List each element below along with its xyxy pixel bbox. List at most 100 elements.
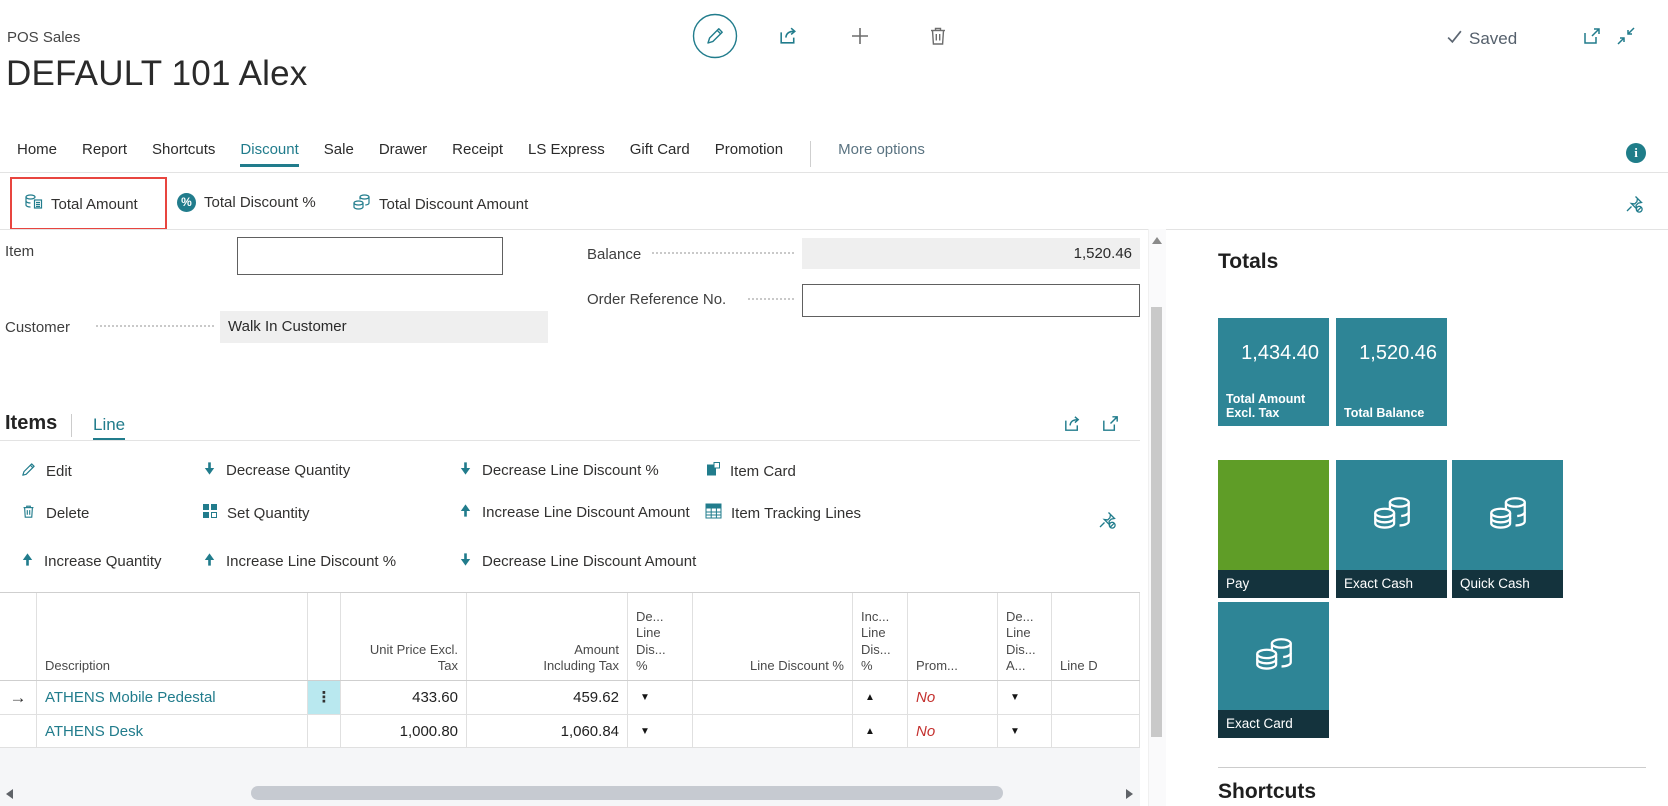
collapse-icon[interactable] [1615, 25, 1637, 52]
increase-line-discount-pct-cell[interactable]: ▲ [853, 715, 908, 748]
order-reference-input[interactable] [802, 284, 1140, 317]
total-balance-tile[interactable]: 1,520.46 Total Balance [1336, 318, 1447, 426]
unit-price-cell[interactable]: 433.60 [341, 681, 467, 715]
hscroll-right-arrow[interactable] [1126, 789, 1133, 799]
info-icon[interactable]: i [1626, 143, 1646, 163]
tab-home[interactable]: Home [17, 141, 57, 167]
unit-price-cell[interactable]: 1,000.80 [341, 715, 467, 748]
col-promotion[interactable]: Prom... [908, 593, 998, 680]
unpin-icon[interactable] [1624, 194, 1644, 219]
customer-field[interactable]: Walk In Customer [220, 311, 548, 343]
col-increase-line-discount-pct[interactable]: Inc... Line Dis... % [853, 593, 908, 680]
edit-button[interactable]: Edit [20, 461, 72, 482]
ribbon-tabs: Home Report Shortcuts Discount Sale Draw… [17, 141, 925, 167]
delete-trash-icon[interactable] [926, 24, 950, 53]
tab-gift-card[interactable]: Gift Card [630, 141, 690, 167]
table-row[interactable]: → ATHENS Mobile Pedestal ⋮ 433.60 459.62… [0, 681, 1140, 715]
arrow-up-icon [202, 552, 217, 571]
tab-drawer[interactable]: Drawer [379, 141, 427, 167]
tab-receipt[interactable]: Receipt [452, 141, 503, 167]
tab-sale[interactable]: Sale [324, 141, 354, 167]
decrease-line-discount-pct-cell[interactable]: ▼ [628, 681, 693, 715]
edit-pencil-button[interactable] [692, 13, 738, 64]
exact-cash-tile[interactable]: Exact Cash [1336, 460, 1447, 598]
amount-cell[interactable]: 1,060.84 [467, 715, 628, 748]
delete-label: Delete [46, 505, 89, 522]
col-unit-price[interactable]: Unit Price Excl. Tax [341, 593, 467, 680]
balance-leader [652, 250, 794, 254]
tab-shortcuts[interactable]: Shortcuts [152, 141, 215, 167]
col-line-discount-pct[interactable]: Line Discount % [693, 593, 853, 680]
items-unpin-icon[interactable] [1097, 510, 1117, 535]
customer-leader [96, 323, 214, 327]
horizontal-scrollbar-thumb[interactable] [251, 786, 1003, 800]
open-in-window-icon[interactable] [1581, 25, 1603, 52]
line-d-cell[interactable] [1052, 715, 1140, 748]
line-discount-pct-cell[interactable] [693, 715, 853, 748]
item-card-button[interactable]: Item Card [705, 461, 796, 481]
page-caption: POS Sales [7, 29, 80, 46]
promotion-cell[interactable]: No [908, 681, 998, 715]
hscroll-left-arrow[interactable] [6, 789, 13, 799]
tab-report[interactable]: Report [82, 141, 127, 167]
add-new-icon[interactable] [848, 24, 872, 53]
col-amount[interactable]: Amount Including Tax [467, 593, 628, 680]
total-amount-excl-tax-tile[interactable]: 1,434.40 Total Amount Excl. Tax [1218, 318, 1329, 426]
tab-promotion[interactable]: Promotion [715, 141, 783, 167]
item-tracking-lines-button[interactable]: Item Tracking Lines [705, 503, 861, 523]
customer-label: Customer [5, 319, 70, 336]
col-decrease-line-discount-amt[interactable]: De... Line Dis... A... [998, 593, 1052, 680]
col-line-d[interactable]: Line D [1052, 593, 1140, 680]
table-row[interactable]: ATHENS Desk 1,000.80 1,060.84 ▼ ▲ No ▼ [0, 715, 1140, 748]
pay-tile[interactable]: Pay [1218, 460, 1329, 598]
total-discount-pct-button[interactable]: % Total Discount % [177, 193, 316, 212]
col-description[interactable]: Description [37, 593, 308, 680]
increase-line-discount-pct-cell[interactable]: ▲ [853, 681, 908, 715]
amount-cell[interactable]: 459.62 [467, 681, 628, 715]
items-divider-line [0, 440, 1140, 441]
description-cell[interactable]: ATHENS Desk [37, 715, 308, 748]
increase-line-discount-amount-button[interactable]: Increase Line Discount Amount [458, 503, 690, 522]
description-cell[interactable]: ATHENS Mobile Pedestal [37, 681, 308, 715]
pay-tile-body [1218, 460, 1329, 570]
items-share-icon[interactable] [1062, 413, 1083, 439]
tile-label: Total Amount Excl. Tax [1226, 392, 1325, 422]
item-card-icon [705, 461, 721, 481]
more-options-button[interactable]: More options [838, 141, 925, 158]
vertical-scrollbar-thumb[interactable] [1151, 307, 1162, 737]
col-row-menu [308, 593, 341, 680]
item-input[interactable] [237, 237, 503, 275]
decrease-line-discount-pct-cell[interactable]: ▼ [628, 715, 693, 748]
decrease-line-discount-pct-button[interactable]: Decrease Line Discount % [458, 461, 659, 480]
col-decrease-line-discount-pct[interactable]: De... Line Dis... % [628, 593, 693, 680]
delete-line-button[interactable]: Delete [20, 503, 89, 524]
quick-cash-tile[interactable]: Quick Cash [1452, 460, 1563, 598]
grid-icon [202, 503, 218, 523]
increase-line-discount-pct-label: Increase Line Discount % [226, 553, 396, 570]
decrease-quantity-button[interactable]: Decrease Quantity [202, 461, 350, 480]
increase-line-discount-pct-button[interactable]: Increase Line Discount % [202, 552, 396, 571]
save-status: Saved [1446, 28, 1517, 50]
row-menu-button[interactable]: ⋮ [308, 681, 341, 715]
coins-stack-icon [352, 193, 371, 215]
tab-discount[interactable]: Discount [240, 141, 298, 167]
line-d-cell[interactable] [1052, 681, 1140, 715]
exact-card-tile[interactable]: Exact Card [1218, 602, 1329, 738]
total-amount-button[interactable]: Total Amount [24, 193, 138, 215]
items-popout-icon[interactable] [1100, 413, 1121, 439]
set-quantity-button[interactable]: Set Quantity [202, 503, 310, 523]
share-icon[interactable] [777, 24, 800, 52]
tab-line[interactable]: Line [93, 415, 125, 440]
total-discount-amount-button[interactable]: Total Discount Amount [352, 193, 528, 215]
increase-quantity-button[interactable]: Increase Quantity [20, 552, 162, 571]
tab-ls-express[interactable]: LS Express [528, 141, 605, 167]
decrease-line-discount-amount-button[interactable]: Decrease Line Discount Amount [458, 552, 696, 571]
line-discount-pct-cell[interactable] [693, 681, 853, 715]
order-reference-leader [748, 296, 794, 300]
row-menu-cell[interactable] [308, 715, 341, 748]
decrease-line-discount-amt-cell[interactable]: ▼ [998, 715, 1052, 748]
promotion-cell[interactable]: No [908, 715, 998, 748]
decrease-line-discount-amt-cell[interactable]: ▼ [998, 681, 1052, 715]
vscroll-up-arrow[interactable] [1152, 237, 1162, 244]
table-header-row: Description Unit Price Excl. Tax Amount … [0, 592, 1140, 681]
